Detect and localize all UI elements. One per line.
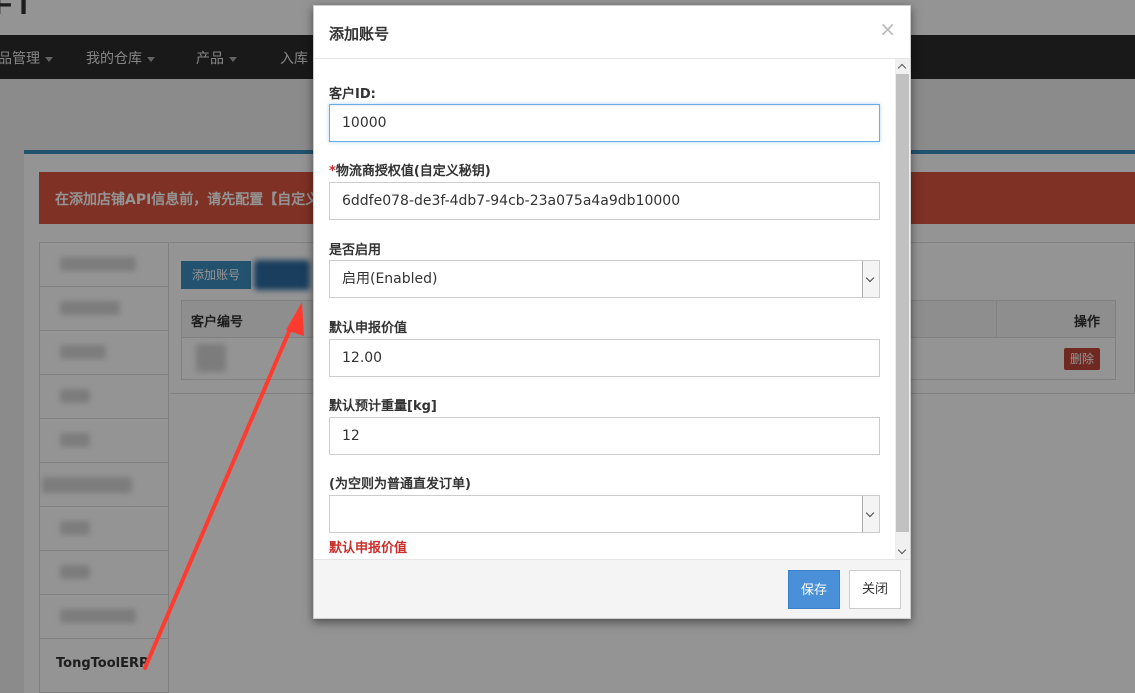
weight-input[interactable]: 12 (329, 417, 880, 455)
scrollbar-thumb[interactable] (896, 74, 909, 532)
save-button[interactable]: 保存 (788, 570, 840, 609)
required-mark: * (329, 164, 336, 179)
customer-id-label: 客户ID: (329, 87, 376, 102)
modal-scrollbar[interactable] (895, 59, 910, 559)
scroll-down-icon[interactable] (895, 544, 910, 559)
declared-value-label: 默认申报价值 (329, 321, 408, 336)
order-type-select[interactable] (329, 495, 880, 533)
add-account-modal: 添加账号 × 客户ID: 10000 *物流商授权值(自定义秘钥) 6ddfe0… (313, 5, 911, 619)
auth-key-input[interactable]: 6ddfe078-de3f-4db7-94cb-23a075a4a9db1000… (329, 182, 880, 220)
enabled-label: 是否启用 (329, 243, 382, 258)
order-type-label: (为空则为普通直发订单) (329, 477, 471, 492)
chevron-down-icon[interactable] (862, 261, 879, 297)
close-icon[interactable]: × (879, 19, 896, 39)
enabled-select[interactable]: 启用(Enabled) (329, 260, 880, 298)
declared-value-input[interactable]: 12.00 (329, 339, 880, 377)
modal-footer: 保存 关闭 (314, 559, 910, 618)
validation-error: 默认申报价值 (329, 541, 408, 556)
modal-header: 添加账号 × (314, 6, 910, 59)
chevron-down-icon[interactable] (862, 496, 879, 532)
weight-label: 默认预计重量[kg] (329, 399, 437, 414)
customer-id-input[interactable]: 10000 (329, 104, 880, 142)
modal-title: 添加账号 (329, 25, 390, 43)
modal-body: 客户ID: 10000 *物流商授权值(自定义秘钥) 6ddfe078-de3f… (314, 59, 910, 559)
auth-key-label: *物流商授权值(自定义秘钥) (329, 164, 491, 179)
scroll-up-icon[interactable] (895, 59, 910, 74)
close-button[interactable]: 关闭 (849, 570, 901, 609)
enabled-select-value: 启用(Enabled) (342, 271, 438, 287)
